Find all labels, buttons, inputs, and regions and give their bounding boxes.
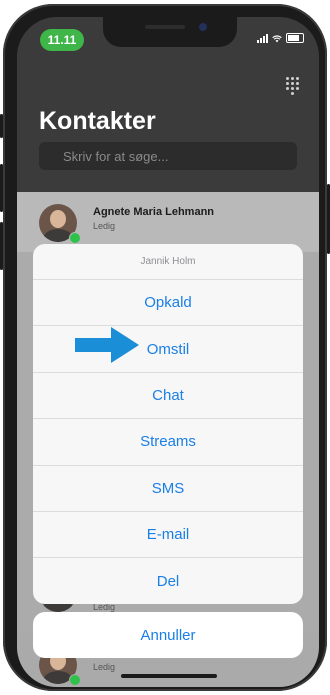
notch — [103, 17, 237, 47]
cancel-button[interactable]: Annuller — [33, 612, 303, 658]
camera — [199, 23, 207, 31]
phone-side-button — [0, 114, 3, 138]
presence-dot — [69, 232, 81, 244]
signal-icon — [257, 34, 268, 43]
call-button[interactable]: Opkald — [33, 280, 303, 327]
streams-button[interactable]: Streams — [33, 419, 303, 466]
share-button[interactable]: Del — [33, 558, 303, 604]
page-title: Kontakter — [39, 107, 156, 135]
action-sheet: Jannik Holm Opkald Omstil Chat Streams S… — [33, 244, 303, 604]
pointer-arrow-icon — [75, 327, 139, 363]
search-input[interactable] — [39, 142, 297, 170]
presence-dot — [69, 674, 81, 686]
wifi-icon — [272, 35, 282, 43]
contact-status: Ledig — [93, 662, 116, 672]
phone-side-button — [0, 164, 3, 212]
phone-side-button — [0, 222, 3, 270]
home-indicator[interactable] — [121, 674, 217, 678]
phone-frame: Kontakter Agnete Maria Lehmann Ledig Led… — [0, 4, 330, 691]
transfer-button[interactable]: Omstil — [33, 326, 303, 373]
speaker — [145, 25, 185, 29]
status-time-label: 11.11 — [47, 33, 77, 47]
contact-name: Agnete Maria Lehmann — [93, 206, 215, 218]
status-icons — [257, 33, 304, 43]
action-sheet-title: Jannik Holm — [33, 244, 303, 280]
chat-button[interactable]: Chat — [33, 373, 303, 420]
battery-icon — [286, 33, 304, 43]
contact-row[interactable]: Agnete Maria Lehmann Ledig — [17, 192, 319, 252]
sms-button[interactable]: SMS — [33, 466, 303, 512]
keypad-icon[interactable] — [286, 77, 299, 95]
contact-status: Ledig — [93, 221, 116, 231]
email-button[interactable]: E-mail — [33, 512, 303, 559]
status-time: 11.11 — [40, 29, 84, 51]
screen: Kontakter Agnete Maria Lehmann Ledig Led… — [17, 17, 319, 687]
